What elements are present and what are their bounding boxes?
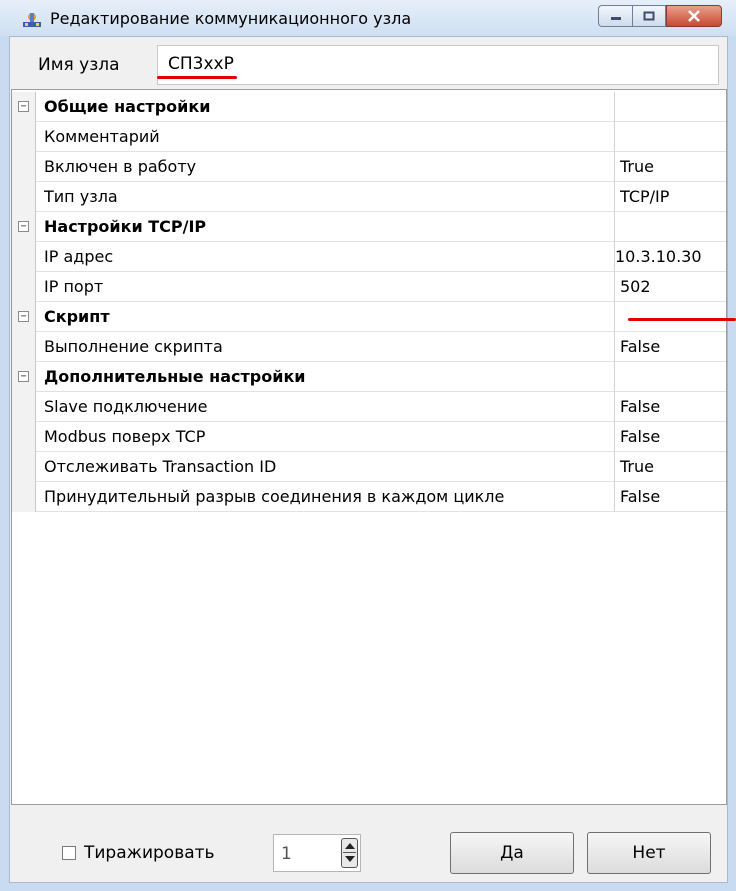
- property-value[interactable]: False: [615, 422, 726, 452]
- property-row[interactable]: Отслеживать Transaction ID True: [12, 452, 726, 482]
- property-value[interactable]: False: [615, 392, 726, 422]
- category-name: Скрипт: [36, 302, 615, 332]
- property-row[interactable]: IP адрес 10.3.10.30: [12, 242, 726, 272]
- row-margin: −: [12, 302, 36, 332]
- window-title: Редактирование коммуникационного узла: [50, 9, 412, 28]
- property-category-row[interactable]: − Настройки TCP/IP: [12, 212, 726, 242]
- property-name: Принудительный разрыв соединения в каждо…: [36, 482, 615, 512]
- count-stepper[interactable]: 1: [273, 834, 361, 872]
- property-row[interactable]: Комментарий: [12, 122, 726, 152]
- property-value: [615, 92, 726, 122]
- property-value[interactable]: False: [615, 482, 726, 512]
- dialog-window: Редактирование коммуникационного узла Им…: [0, 0, 736, 891]
- spin-up-icon[interactable]: [345, 843, 355, 849]
- property-name: IP адрес: [36, 242, 615, 272]
- ok-button[interactable]: Да: [450, 832, 574, 874]
- category-name: Общие настройки: [36, 92, 615, 122]
- property-value[interactable]: [615, 122, 726, 152]
- property-row[interactable]: Modbus поверх TCP False: [12, 422, 726, 452]
- row-margin: [12, 242, 36, 272]
- property-value[interactable]: TCP/IP: [615, 182, 726, 212]
- property-category-row[interactable]: − Дополнительные настройки: [12, 362, 726, 392]
- row-margin: [12, 392, 36, 422]
- close-icon: [688, 10, 700, 22]
- node-name-input[interactable]: СП3ххР: [157, 45, 719, 85]
- row-margin: [12, 272, 36, 302]
- property-category-row[interactable]: − Скрипт: [12, 302, 726, 332]
- minus-icon[interactable]: −: [18, 101, 29, 112]
- property-name: Выполнение скрипта: [36, 332, 615, 362]
- property-name: Slave подключение: [36, 392, 615, 422]
- property-grid[interactable]: − Общие настройки Комментарий Включен в раб…: [11, 89, 727, 805]
- ip-highlight-underline: [628, 318, 736, 321]
- minimize-button[interactable]: [598, 5, 632, 27]
- row-margin: [12, 122, 36, 152]
- property-category-row[interactable]: − Общие настройки: [12, 92, 726, 122]
- row-margin: [12, 332, 36, 362]
- property-row[interactable]: Тип узла TCP/IP: [12, 182, 726, 212]
- maximize-button[interactable]: [632, 5, 666, 27]
- property-name: Отслеживать Transaction ID: [36, 452, 615, 482]
- property-name: Тип узла: [36, 182, 615, 212]
- property-name: IP порт: [36, 272, 615, 302]
- row-margin: [12, 482, 36, 512]
- category-name: Настройки TCP/IP: [36, 212, 615, 242]
- row-margin: [12, 152, 36, 182]
- property-row[interactable]: IP порт 502: [12, 272, 726, 302]
- property-name: Включен в работу: [36, 152, 615, 182]
- close-button[interactable]: [666, 5, 722, 27]
- minus-icon[interactable]: −: [18, 371, 29, 382]
- property-row[interactable]: Slave подключение False: [12, 392, 726, 422]
- node-name-value: СП3ххР: [168, 54, 234, 74]
- category-name: Дополнительные настройки: [36, 362, 615, 392]
- minus-icon[interactable]: −: [18, 311, 29, 322]
- row-margin: −: [12, 92, 36, 122]
- replicate-checkbox[interactable]: [62, 846, 76, 860]
- property-value[interactable]: 10.3.10.30: [615, 242, 726, 272]
- row-margin: −: [12, 362, 36, 392]
- spin-down-icon[interactable]: [345, 856, 355, 862]
- spin-buttons[interactable]: [341, 838, 358, 868]
- minus-icon[interactable]: −: [18, 221, 29, 232]
- caption-buttons: [598, 5, 722, 27]
- minimize-icon: [610, 17, 621, 20]
- property-value: [615, 302, 726, 332]
- property-value[interactable]: False: [615, 332, 726, 362]
- count-value: 1: [281, 844, 292, 864]
- maximize-icon: [643, 11, 655, 21]
- property-value: [615, 362, 726, 392]
- title-bar[interactable]: Редактирование коммуникационного узла: [0, 0, 736, 36]
- property-row[interactable]: Принудительный разрыв соединения в каждо…: [12, 482, 726, 512]
- row-margin: −: [12, 212, 36, 242]
- spin-divider: [343, 852, 356, 853]
- network-node-icon: [23, 13, 41, 27]
- name-highlight-underline: [157, 76, 237, 79]
- cancel-button[interactable]: Нет: [587, 832, 711, 874]
- row-margin: [12, 422, 36, 452]
- property-name: Комментарий: [36, 122, 615, 152]
- row-margin: [12, 182, 36, 212]
- property-value[interactable]: True: [615, 152, 726, 182]
- property-value[interactable]: 502: [615, 272, 726, 302]
- replicate-label[interactable]: Тиражировать: [84, 843, 215, 863]
- property-row[interactable]: Выполнение скрипта False: [12, 332, 726, 362]
- property-row[interactable]: Включен в работу True: [12, 152, 726, 182]
- property-value: [615, 212, 726, 242]
- node-name-label: Имя узла: [38, 55, 120, 75]
- row-margin: [12, 452, 36, 482]
- property-value[interactable]: True: [615, 452, 726, 482]
- property-name: Modbus поверх TCP: [36, 422, 615, 452]
